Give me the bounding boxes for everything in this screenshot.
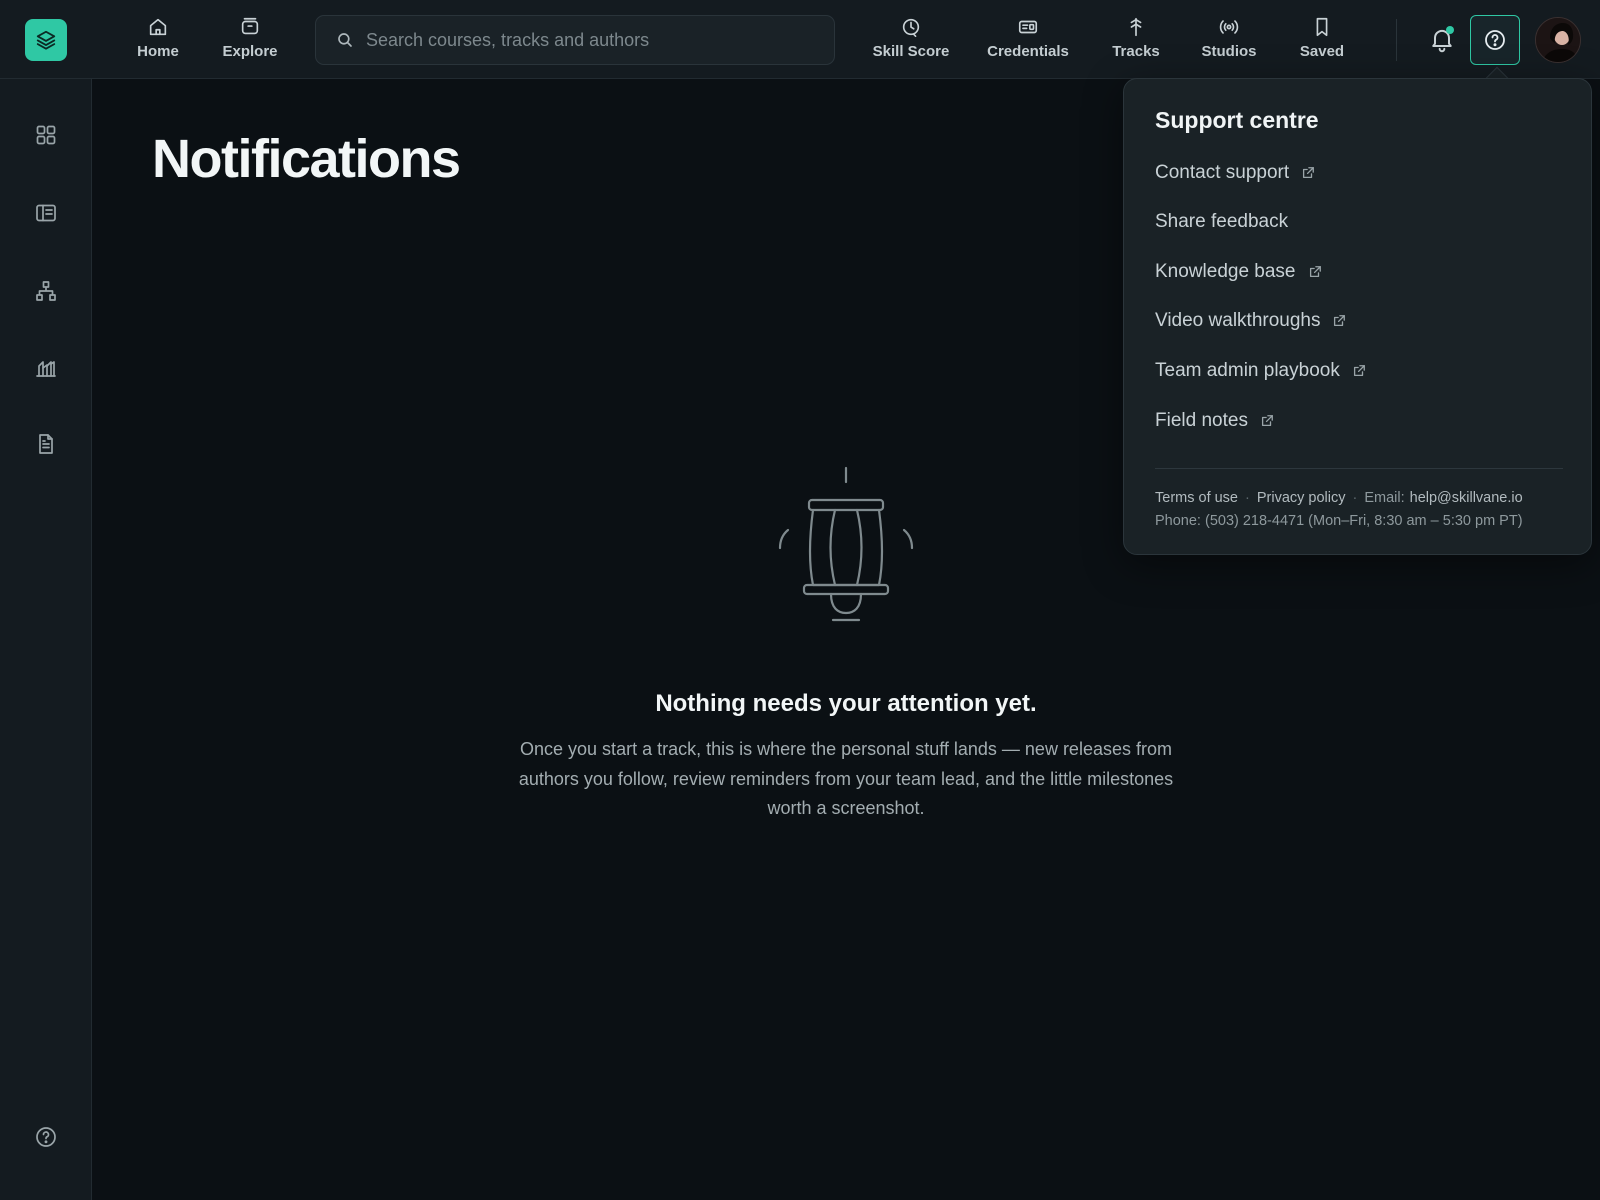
knowledge-base-link[interactable]: Knowledge base [1155,261,1322,283]
terms-of-use-link[interactable]: Terms of use [1155,490,1238,506]
search-input[interactable] [366,29,806,51]
org-chart-icon[interactable] [34,279,58,303]
support-dropdown: Support centre Contact support Share fee… [1123,78,1592,555]
link-label: Share feedback [1155,211,1289,232]
field-notes-link[interactable]: Field notes [1155,410,1274,432]
search-icon [338,33,352,47]
logo[interactable] [25,19,67,61]
external-link-icon [1303,167,1315,179]
document-icon[interactable] [34,432,58,456]
link-label: Knowledge base [1155,261,1296,282]
external-link-icon [1353,365,1365,377]
help-circle-icon [1485,30,1505,50]
help-icon[interactable] [34,1125,58,1149]
home-icon [149,18,167,36]
support-title: Support centre [1155,107,1319,133]
contact-support-link[interactable]: Contact support [1155,162,1315,184]
external-link-icon [1334,315,1346,327]
support-phone: Phone: (503) 218-4471 (Mon–Fri, 8:30 am … [1155,513,1523,529]
user-avatar-icon [1536,18,1580,62]
link-label: Field notes [1155,410,1248,431]
support-footer-links: Terms of use · Privacy policy · Email: h… [1155,490,1523,506]
separator-dot: · [1245,490,1250,506]
nav-credentials[interactable]: Credentials [985,14,1071,66]
nav-credentials-label: Credentials [987,43,1069,60]
inbox-icon [241,17,259,35]
bookmark-icon [1316,17,1328,37]
sidebar [0,79,92,1200]
nav-studios-label: Studios [1201,43,1257,60]
link-label: Video walkthroughs [1155,310,1321,331]
nav-saved[interactable]: Saved [1297,14,1347,66]
broadcast-icon [1219,20,1239,34]
nav-tracks-label: Tracks [1112,43,1160,60]
nav-home-label: Home [137,43,179,60]
analytics-icon[interactable] [34,356,58,380]
notifications-button[interactable] [1428,25,1456,53]
link-label: Team admin playbook [1155,360,1340,381]
empty-state-body: Once you start a track, this is where th… [518,739,1174,818]
share-feedback-link[interactable]: Share feedback [1155,211,1288,233]
empty-state-title: Nothing needs your attention yet. [655,690,1037,717]
nav-skill-score-label: Skill Score [872,43,950,60]
top-bar: Home Explore Skill Score Credentials Tra… [0,0,1600,79]
link-label: Contact support [1155,162,1290,183]
search-bar[interactable] [315,15,835,65]
layers-icon [36,30,56,50]
nav-explore[interactable]: Explore [220,14,280,66]
help-button[interactable] [1470,15,1520,65]
nav-home[interactable]: Home [132,14,184,66]
separator-dot: · [1352,490,1358,506]
privacy-policy-link[interactable]: Privacy policy [1257,490,1346,506]
page-title: Notifications [152,129,461,189]
library-icon[interactable] [34,201,58,225]
skill-score-icon [902,18,920,37]
nav-skill-score[interactable]: Skill Score [868,14,954,66]
support-divider [1155,468,1563,469]
email-label: Email: [1364,490,1405,506]
external-link-icon [1309,266,1321,278]
avatar[interactable] [1535,17,1581,63]
notification-dot [1446,26,1454,34]
video-walkthroughs-link[interactable]: Video walkthroughs [1155,310,1346,332]
team-admin-playbook-link[interactable]: Team admin playbook [1155,360,1366,382]
nav-explore-label: Explore [222,43,278,60]
nav-saved-label: Saved [1299,43,1345,60]
lantern-icon [778,466,914,622]
id-card-icon [1018,20,1038,34]
signpost-icon [1130,17,1142,37]
external-link-icon [1261,415,1273,427]
topbar-divider [1396,19,1397,61]
support-email-link[interactable]: help@skillvane.io [1410,490,1523,506]
nav-studios[interactable]: Studios [1199,14,1259,66]
nav-tracks[interactable]: Tracks [1110,14,1162,66]
dashboard-grid-icon[interactable] [34,123,58,147]
